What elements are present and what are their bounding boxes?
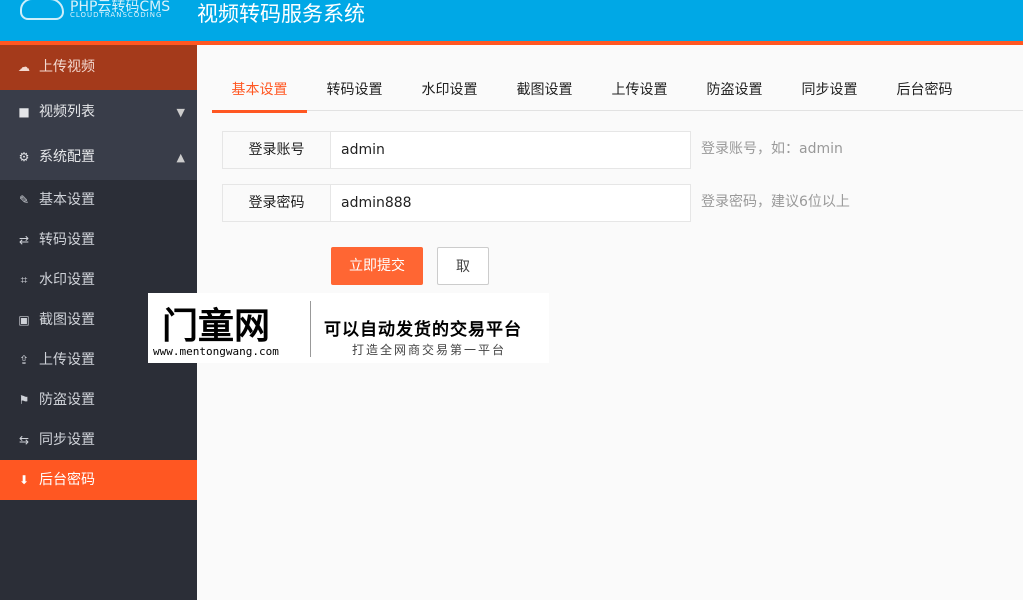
- tab-basic[interactable]: 基本设置: [212, 70, 307, 113]
- sidebar-item-sync[interactable]: ⇆ 同步设置: [0, 420, 197, 460]
- tab-upload[interactable]: 上传设置: [592, 70, 687, 110]
- cloud-upload-icon: ☁: [18, 60, 30, 74]
- logo-sub: CLOUDTRANSCODING: [70, 11, 163, 19]
- label: 截图设置: [39, 312, 95, 328]
- ad-divider: [310, 301, 311, 357]
- tab-antileech[interactable]: 防盗设置: [687, 70, 782, 110]
- retweet-icon: ⇄: [18, 233, 30, 247]
- label: 水印设置: [39, 272, 95, 288]
- tab-password[interactable]: 后台密码: [877, 70, 972, 110]
- sidebar-item-password[interactable]: ⬇ 后台密码: [0, 460, 197, 500]
- ad-slogan: 可以自动发货的交易平台: [324, 320, 522, 340]
- tab-watermark[interactable]: 水印设置: [402, 70, 497, 110]
- sidebar-item-transcode[interactable]: ⇄ 转码设置: [0, 220, 197, 260]
- submit-button[interactable]: 立即提交: [331, 247, 423, 285]
- flag-icon: ⚑: [18, 393, 30, 407]
- gear-icon: ⚙: [18, 150, 30, 164]
- label: 防盗设置: [39, 392, 95, 408]
- video-icon: ■: [18, 105, 30, 119]
- password-hint: 登录密码，建议6位以上: [701, 194, 850, 210]
- password-label: 登录密码: [222, 184, 331, 222]
- label: 视频列表: [39, 104, 95, 120]
- edit-icon: ✎: [18, 193, 30, 207]
- label: 基本设置: [39, 192, 95, 208]
- app-title: 视频转码服务系统: [197, 2, 365, 26]
- account-hint: 登录账号，如：admin: [701, 141, 843, 157]
- label: 转码设置: [39, 232, 95, 248]
- label: 上传设置: [39, 352, 95, 368]
- image-icon: ▣: [18, 313, 30, 327]
- ad-url: www.mentongwang.com: [153, 345, 279, 358]
- logo[interactable]: PHP云转码CMS CLOUDTRANSCODING: [20, 0, 180, 26]
- tab-screenshot[interactable]: 截图设置: [497, 70, 592, 110]
- account-label: 登录账号: [222, 131, 331, 169]
- cloud-icon: [20, 0, 64, 20]
- sidebar-item-basic[interactable]: ✎ 基本设置: [0, 180, 197, 220]
- exchange-icon: ⇆: [18, 433, 30, 447]
- chevron-up-icon: ▲: [176, 151, 185, 164]
- sidebar-upload-video[interactable]: ☁ 上传视频: [0, 45, 197, 90]
- tab-transcode[interactable]: 转码设置: [307, 70, 402, 110]
- account-input[interactable]: admin: [331, 131, 691, 169]
- label: 后台密码: [39, 472, 95, 488]
- account-row: 登录账号 admin 登录账号，如：admin: [222, 131, 843, 169]
- sidebar-system-config[interactable]: ⚙ 系统配置 ▲: [0, 135, 197, 180]
- sidebar-video-list[interactable]: ■ 视频列表 ▼: [0, 90, 197, 135]
- label: 同步设置: [39, 432, 95, 448]
- ad-subslogan: 打造全网商交易第一平台: [352, 343, 507, 357]
- label: 系统配置: [39, 149, 95, 165]
- tab-sync[interactable]: 同步设置: [782, 70, 877, 110]
- header: PHP云转码CMS CLOUDTRANSCODING 视频转码服务系统: [0, 0, 1023, 45]
- label: 上传视频: [39, 59, 95, 75]
- cancel-button[interactable]: 取: [437, 247, 489, 285]
- crop-icon: ⌗: [20, 273, 28, 287]
- password-input[interactable]: admin888: [331, 184, 691, 222]
- ad-brand: 门童网: [162, 306, 271, 347]
- settings-tabs: 基本设置 转码设置 水印设置 截图设置 上传设置 防盗设置 同步设置 后台密码: [212, 70, 1023, 113]
- watermark-ad: 门童网 www.mentongwang.com 可以自动发货的交易平台 打造全网…: [148, 293, 549, 363]
- sidebar-item-antileech[interactable]: ⚑ 防盗设置: [0, 380, 197, 420]
- upload-icon: ⇪: [18, 353, 30, 367]
- password-row: 登录密码 admin888 登录密码，建议6位以上: [222, 184, 850, 222]
- download-icon: ⬇: [18, 473, 30, 487]
- chevron-down-icon: ▼: [176, 106, 185, 119]
